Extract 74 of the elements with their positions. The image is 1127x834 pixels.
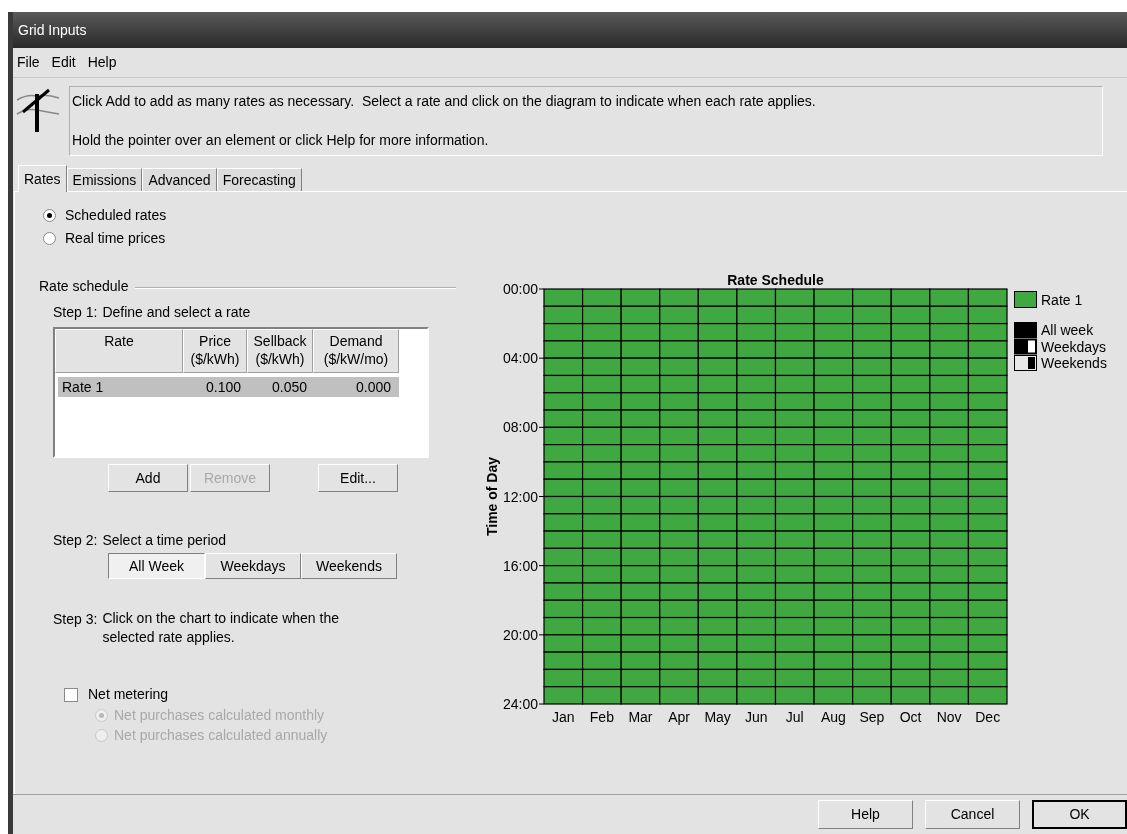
radio-button[interactable] bbox=[95, 728, 108, 742]
step-text: Click on the chart to indicate when the selected rate applies. bbox=[102, 609, 340, 647]
axis-label: Dec bbox=[975, 709, 1001, 725]
axis-label: 20:00 bbox=[502, 626, 538, 643]
axis-label: Apr bbox=[668, 709, 690, 725]
axis-label: 08:00 bbox=[502, 419, 538, 436]
period-swatch-icon bbox=[1014, 355, 1037, 371]
column-header[interactable]: Rate bbox=[55, 329, 183, 373]
axis-label: Oct bbox=[899, 709, 922, 725]
axis-label: 16:00 bbox=[502, 557, 538, 574]
axis-label: 00:00 bbox=[502, 281, 538, 297]
step-label: Step 2: bbox=[53, 531, 98, 550]
step-text: Select a time period bbox=[102, 531, 227, 550]
dialog-button[interactable]: OK bbox=[1032, 800, 1127, 829]
legend-label: Weekends bbox=[1041, 355, 1107, 371]
legend-label: Rate 1 bbox=[1041, 292, 1083, 308]
tab[interactable]: Rates bbox=[18, 165, 67, 192]
window-title: Grid Inputs bbox=[18, 20, 87, 40]
table-cell-text: 0.050 bbox=[270, 377, 308, 397]
group-title: Rate schedule bbox=[39, 277, 129, 296]
step-text: Define and select a rate bbox=[102, 303, 251, 322]
axis-label: 24:00 bbox=[502, 696, 538, 712]
axis-label: Mar bbox=[628, 709, 653, 725]
table-row[interactable]: Rate 1 0.100 0.050 0.000 bbox=[58, 377, 399, 397]
step-label: Step 1: bbox=[53, 303, 98, 322]
schedule-grid[interactable] bbox=[543, 288, 1008, 705]
step-label: Step 3: bbox=[53, 610, 98, 629]
radio-label: Real time prices bbox=[65, 229, 166, 248]
radio-button[interactable] bbox=[43, 209, 56, 222]
period-swatch-icon bbox=[1014, 322, 1037, 338]
column-header[interactable]: Price ($/kWh) bbox=[183, 329, 247, 373]
table-cell-text: 0.000 bbox=[354, 377, 392, 397]
table-cell-text: Rate 1 bbox=[61, 377, 105, 397]
radio-button[interactable] bbox=[43, 232, 56, 245]
axis-label: 12:00 bbox=[502, 488, 538, 505]
axis-title: Time of Day bbox=[484, 456, 500, 537]
tab[interactable]: Forecasting bbox=[216, 168, 302, 191]
push-button[interactable]: Edit... bbox=[318, 464, 398, 492]
menu-item[interactable]: Edit bbox=[51, 52, 76, 73]
dialog-button[interactable]: Cancel bbox=[925, 800, 1020, 829]
power-pole-icon bbox=[15, 86, 61, 134]
menu-item[interactable]: File bbox=[17, 52, 40, 73]
axis-label: Jun bbox=[744, 709, 768, 725]
radio-label: Scheduled rates bbox=[65, 206, 167, 225]
checkbox-label: Net metering bbox=[88, 685, 169, 704]
radio-button[interactable] bbox=[95, 708, 108, 722]
axis-label: Jul bbox=[785, 709, 804, 725]
axis-label: Aug bbox=[820, 709, 846, 725]
table-cell-text: 0.100 bbox=[204, 377, 242, 397]
checkbox[interactable] bbox=[64, 687, 78, 702]
axis-label: Nov bbox=[936, 709, 962, 725]
menu-item[interactable]: Help bbox=[87, 52, 117, 73]
axis-label: Feb bbox=[589, 709, 614, 725]
period-toggle[interactable]: All Week bbox=[108, 553, 205, 579]
column-header[interactable]: Demand ($/kW/mo) bbox=[313, 329, 399, 373]
period-toggle[interactable]: Weekdays bbox=[205, 553, 301, 579]
tab[interactable]: Advanced bbox=[142, 168, 217, 191]
push-button[interactable]: Add bbox=[108, 464, 188, 492]
axis-label: Jan bbox=[552, 709, 575, 725]
info-text: Click Add to add as many rates as necessary. Select a rate and click on the diagram to indicate when each rate applies. bbox=[72, 92, 817, 111]
chart-title: Rate Schedule bbox=[727, 272, 824, 288]
radio-label: Net purchases calculated annually bbox=[114, 725, 328, 745]
tab[interactable]: Emissions bbox=[66, 168, 143, 191]
axis-label: Sep bbox=[859, 709, 885, 725]
legend-label: Weekdays bbox=[1041, 338, 1107, 355]
axis-label: May bbox=[704, 709, 731, 725]
radio-label: Net purchases calculated monthly bbox=[114, 705, 325, 725]
dialog-button[interactable]: Help bbox=[818, 800, 913, 829]
period-toggle[interactable]: Weekends bbox=[301, 553, 397, 579]
axis-label: 04:00 bbox=[502, 350, 538, 367]
column-header[interactable]: Sellback ($/kWh) bbox=[247, 329, 313, 373]
legend-label: All week bbox=[1041, 322, 1094, 338]
info-text: Hold the pointer over an element or click Help for more information. bbox=[72, 131, 490, 150]
period-swatch-icon bbox=[1014, 338, 1037, 355]
